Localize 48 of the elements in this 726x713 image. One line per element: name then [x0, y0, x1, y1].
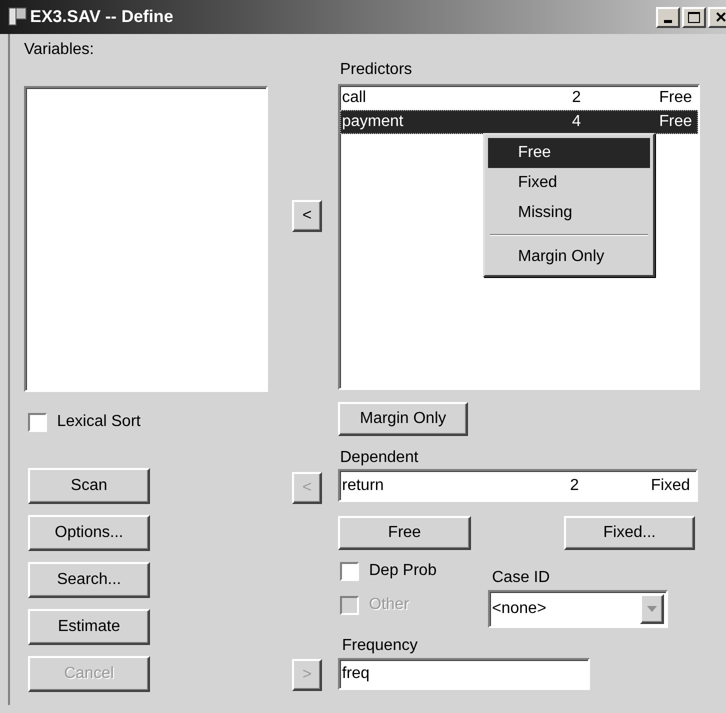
variables-label: Variables:: [24, 40, 95, 58]
frequency-label: Frequency: [342, 636, 419, 654]
variable-name: call: [342, 88, 368, 108]
checkbox[interactable]: [340, 562, 359, 580]
action-button[interactable]: Options...: [28, 515, 150, 551]
variables-list[interactable]: [24, 86, 268, 392]
menu-item[interactable]: Margin Only: [488, 242, 650, 272]
arrow-button[interactable]: <: [292, 200, 322, 232]
variable-status: Free: [658, 112, 692, 132]
predictors-label: Predictors: [340, 60, 414, 78]
action-button[interactable]: Estimate: [28, 609, 150, 645]
variable-name: payment: [342, 112, 404, 132]
window-title: EX3.SAV -- Define: [30, 6, 174, 28]
menu-item[interactable]: Free: [488, 138, 650, 168]
fixed-button[interactable]: Fixed...: [564, 516, 695, 550]
maximize-button[interactable]: [682, 6, 706, 28]
caret-icon: [647, 606, 657, 612]
dropdown-button[interactable]: [640, 594, 664, 624]
close-icon: [716, 12, 726, 22]
frequency-field[interactable]: freq: [338, 658, 590, 690]
menu-item[interactable]: Missing: [488, 198, 650, 228]
menu-item[interactable]: Fixed: [488, 168, 650, 198]
case-id-label: Case ID: [492, 568, 551, 586]
free-button[interactable]: Free: [338, 516, 471, 550]
checkbox-label: Dep Prob: [369, 561, 437, 581]
predictors-list[interactable]: call 2 Free payment 4 Free Free Fixed Missing Margin Only: [338, 84, 700, 390]
dependent-field[interactable]: return 2 Fixed: [338, 469, 698, 502]
predictor-row[interactable]: payment 4 Free: [340, 110, 698, 134]
variable-name: return: [342, 476, 385, 496]
predictor-row[interactable]: call 2 Free: [340, 86, 698, 110]
variable-count: 2: [572, 88, 582, 108]
variable-count: 4: [572, 112, 582, 132]
app-icon: [8, 7, 28, 27]
minimize-button[interactable]: [656, 6, 680, 28]
checkbox-label: Other: [369, 595, 410, 615]
checkbox[interactable]: [28, 412, 47, 432]
dropdown-value: <none>: [492, 599, 548, 619]
margin-only-button[interactable]: Margin Only: [338, 402, 468, 436]
action-button[interactable]: Scan: [28, 468, 150, 504]
dependent-label: Dependent: [340, 448, 420, 466]
variable-status: Free: [658, 88, 692, 108]
case-id-dropdown[interactable]: <none>: [488, 590, 668, 628]
variable-count: 2: [570, 476, 580, 496]
checkbox-label: Lexical Sort: [57, 412, 141, 432]
variable-status: Fixed: [650, 476, 690, 496]
maximize-icon: [688, 12, 700, 22]
minimize-icon: [664, 20, 672, 22]
action-button[interactable]: Search...: [28, 562, 150, 598]
